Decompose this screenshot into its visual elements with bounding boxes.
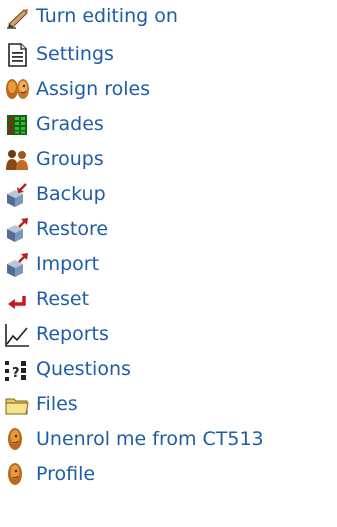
questions-link[interactable]: ? Questions [0, 353, 337, 387]
turn-editing-on-label: Turn editing on [36, 5, 178, 27]
backup-label: Backup [36, 183, 106, 205]
unenrol-label: Unenrol me from CT513 [36, 428, 264, 450]
import-link[interactable]: Import [0, 248, 337, 282]
profile-link[interactable]: Profile [0, 458, 337, 492]
profile-label: Profile [36, 463, 96, 485]
turn-editing-on-link[interactable]: Turn editing on [0, 0, 337, 34]
reset-link[interactable]: Reset [0, 283, 337, 317]
questions-label: Questions [36, 358, 131, 380]
restore-box-icon [4, 217, 30, 243]
reset-label: Reset [36, 288, 90, 310]
restore-label: Restore [36, 218, 109, 240]
import-box-icon [4, 252, 30, 278]
grades-link[interactable]: Grades [0, 108, 337, 142]
unenrol-link[interactable]: Unenrol me from CT513 [0, 423, 337, 457]
groups-link[interactable]: Groups [0, 143, 337, 177]
grades-grid-icon [4, 112, 30, 138]
settings-document-icon [4, 42, 30, 68]
settings-label: Settings [36, 43, 114, 65]
questions-icon: ? [4, 357, 30, 383]
reports-label: Reports [36, 323, 109, 345]
assign-roles-label: Assign roles [36, 78, 151, 100]
reports-chart-icon [4, 322, 30, 348]
import-label: Import [36, 253, 100, 275]
settings-link[interactable]: Settings [0, 38, 337, 72]
groups-label: Groups [36, 148, 104, 170]
groups-people-icon [4, 147, 30, 173]
assign-roles-link[interactable]: Assign roles [0, 73, 337, 107]
assign-roles-icon [4, 77, 30, 103]
unenrol-person-icon [4, 427, 30, 453]
svg-text:?: ? [12, 366, 20, 381]
restore-link[interactable]: Restore [0, 213, 337, 247]
edit-pencil-icon [4, 4, 30, 30]
reports-link[interactable]: Reports [0, 318, 337, 352]
backup-box-icon [4, 182, 30, 208]
files-label: Files [36, 393, 78, 415]
backup-link[interactable]: Backup [0, 178, 337, 212]
grades-label: Grades [36, 113, 104, 135]
reset-arrow-icon [4, 287, 30, 313]
files-link[interactable]: Files [0, 388, 337, 422]
profile-person-icon [4, 462, 30, 488]
files-folder-icon [4, 392, 30, 418]
